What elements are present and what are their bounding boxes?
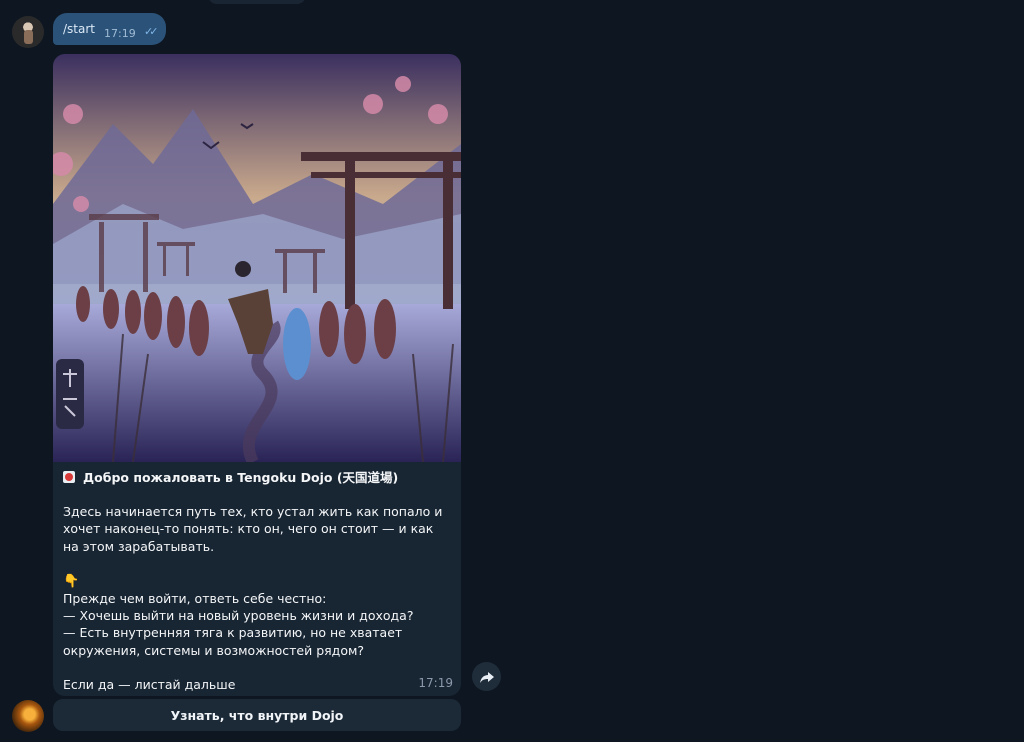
question-2: — Есть внутренняя тяга к развитию, но не…: [63, 625, 403, 658]
user-avatar[interactable]: [12, 16, 44, 48]
question-intro: Прежде чем войти, ответь себе честно:: [63, 591, 327, 607]
message-closing: Если да — листай дальше: [63, 676, 236, 692]
mahjong-red-dragon-icon: [63, 471, 75, 483]
message-paragraph: Здесь начинается путь тех, кто устал жит…: [63, 504, 443, 554]
message-photo[interactable]: [53, 54, 461, 462]
message-title-text: Добро пожаловать в Tengoku Dojo (天国道場): [83, 470, 399, 485]
message-title: Добро пожаловать в Tengoku Dojo (天国道場): [63, 469, 449, 486]
double-check-icon: ✓✓: [144, 25, 159, 38]
outgoing-message[interactable]: /start 17:19 ✓✓: [53, 13, 166, 45]
forward-arrow-icon: [479, 671, 494, 683]
question-1: — Хочешь выйти на новый уровень жизни и …: [63, 608, 414, 624]
bot-avatar[interactable]: [12, 700, 44, 732]
message-time: 17:19: [418, 676, 453, 690]
outgoing-message-time: 17:19: [104, 27, 136, 40]
forward-button[interactable]: [472, 662, 501, 691]
inline-keyboard-button[interactable]: Узнать, что внутри Dojo: [53, 699, 461, 731]
message-text: Добро пожаловать в Tengoku Dojo (天国道場) З…: [63, 469, 449, 693]
outgoing-message-text: /start: [63, 22, 95, 36]
chat-area: /start 17:19 ✓✓ Добро пожаловать в Tengo…: [0, 0, 1024, 742]
date-chip: [208, 0, 306, 4]
pointing-down-hand-icon: 👇: [63, 573, 80, 589]
bot-message[interactable]: Добро пожаловать в Tengoku Dojo (天国道場) З…: [53, 54, 461, 696]
